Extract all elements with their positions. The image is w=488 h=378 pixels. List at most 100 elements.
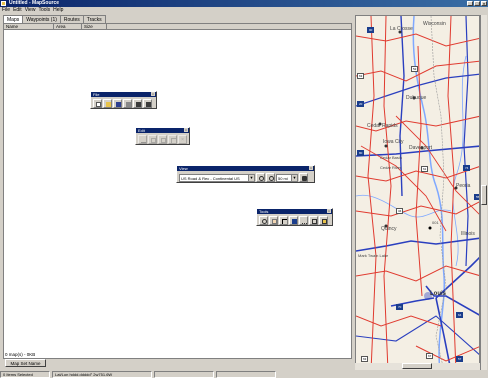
save-button[interactable] xyxy=(113,99,122,108)
scroll-thumb[interactable] xyxy=(402,363,432,369)
close-icon[interactable]: × xyxy=(151,92,155,96)
print-icon xyxy=(126,102,131,107)
status-bar: 0 Items Selected Lat/Lon hddd.ddddd° 2w7… xyxy=(0,371,488,378)
zoom-out-button[interactable] xyxy=(266,173,275,182)
map-label: Wisconsin xyxy=(423,21,446,27)
close-icon[interactable]: × xyxy=(184,128,188,132)
tab-routes[interactable]: Routes xyxy=(59,15,84,23)
send-to-device-button[interactable] xyxy=(143,99,152,108)
scroll-thumb[interactable] xyxy=(481,185,487,205)
map-label: Iowa City xyxy=(383,139,404,145)
selection-tool-button[interactable] xyxy=(279,216,288,225)
view-toolbar[interactable]: View × US Road & Rec - Continental US ▼ 50… xyxy=(176,165,315,183)
status-field xyxy=(154,371,214,378)
distance-tool-button[interactable] xyxy=(309,216,318,225)
interstate-shield-icon: 74 xyxy=(463,165,471,171)
interstate-shield-icon: 90 xyxy=(367,27,375,33)
close-icon[interactable]: × xyxy=(309,166,313,170)
waypoint-tool-button[interactable] xyxy=(289,216,298,225)
chevron-down-icon[interactable]: ▼ xyxy=(248,174,254,181)
close-icon[interactable]: × xyxy=(327,209,331,213)
map-tool-button[interactable] xyxy=(319,216,328,225)
cut-button[interactable] xyxy=(138,135,147,144)
paste-button[interactable] xyxy=(158,135,167,144)
map-label: 001 xyxy=(432,220,439,225)
app-icon xyxy=(1,1,6,6)
map-product-select[interactable]: US Road & Rec - Continental US ▼ xyxy=(179,173,255,182)
receive-from-device-button[interactable] xyxy=(133,99,142,108)
tools-toolbar-title[interactable]: Tools × xyxy=(257,209,332,214)
route-icon xyxy=(302,219,307,224)
map-label: La Crosse xyxy=(390,26,413,32)
map-label: Cedar River xyxy=(380,165,402,170)
title-bar: Untitled - MapSource _ □ × xyxy=(0,0,488,7)
interstate-shield-icon: 70 xyxy=(396,304,404,310)
tab-strip: Maps Waypoints (1) Routes Tracks xyxy=(3,15,106,24)
zoom-tool-button[interactable] xyxy=(259,216,268,225)
column-name[interactable]: Name xyxy=(4,24,54,29)
map-set-name-button[interactable]: Map Set Name xyxy=(5,359,46,367)
new-file-button[interactable] xyxy=(93,99,102,108)
print-button[interactable] xyxy=(123,99,132,108)
highway-shield-icon: 67 xyxy=(426,353,434,359)
data-panel: Maps Waypoints (1) Routes Tracks Name Ar… xyxy=(1,15,354,370)
map-label: Mark Twain Lake xyxy=(358,253,389,258)
cut-icon xyxy=(141,138,146,143)
file-toolbar-title[interactable]: File × xyxy=(91,92,156,97)
highway-shield-icon: 63 xyxy=(361,356,369,362)
mapsource-window: Untitled - MapSource _ □ × File Edit Vie… xyxy=(0,0,488,378)
copy-button[interactable] xyxy=(148,135,157,144)
route-tool-button[interactable] xyxy=(299,216,308,225)
map-label: Dubuque xyxy=(406,95,427,101)
hand-tool-button[interactable] xyxy=(269,216,278,225)
hand-icon xyxy=(272,219,277,224)
zoom-out-icon xyxy=(269,176,274,181)
map-label: Quincy xyxy=(381,226,397,232)
open-folder-icon xyxy=(106,102,111,107)
flag-icon xyxy=(292,219,297,224)
tab-waypoints[interactable]: Waypoints (1) xyxy=(22,15,61,23)
delete-button[interactable]: × xyxy=(178,135,187,144)
copy-icon xyxy=(151,138,156,143)
edit-toolbar-title[interactable]: Edit × xyxy=(136,128,189,133)
waypoint-marker[interactable] xyxy=(428,226,432,230)
menu-help[interactable]: Help xyxy=(53,7,63,14)
zoom-scale-select[interactable]: 50 mi ▼ xyxy=(276,173,298,182)
arrow-pointer-icon xyxy=(282,219,287,224)
tab-tracks[interactable]: Tracks xyxy=(82,15,106,23)
position-status: Lat/Lon hddd.ddddd° 2w751.6W xyxy=(52,371,152,378)
map-vertical-scrollbar[interactable] xyxy=(480,15,487,370)
menu-file[interactable]: File xyxy=(2,7,10,14)
distance-icon xyxy=(312,219,317,224)
close-button[interactable]: × xyxy=(481,1,487,6)
undo-button[interactable] xyxy=(168,135,177,144)
zoom-in-button[interactable] xyxy=(256,173,265,182)
open-file-button[interactable] xyxy=(103,99,112,108)
find-button[interactable] xyxy=(299,173,308,182)
paste-icon xyxy=(161,138,166,143)
maximize-button[interactable]: □ xyxy=(474,1,480,6)
tools-toolbar[interactable]: Tools × xyxy=(256,208,333,226)
delete-icon: × xyxy=(181,137,184,143)
minimize-button[interactable]: _ xyxy=(467,1,473,6)
menu-tools[interactable]: Tools xyxy=(38,7,50,14)
column-header-row: Name Area Size xyxy=(4,24,351,30)
menu-edit[interactable]: Edit xyxy=(13,7,22,14)
maps-list[interactable]: Name Area Size xyxy=(3,23,352,359)
map-label: Illinois xyxy=(461,231,475,237)
interstate-shield-icon: 57 xyxy=(456,356,464,362)
map-pane[interactable]: Wisconsin La Crosse Dubuque Cedar Rapids… xyxy=(355,15,480,370)
column-area[interactable]: Area xyxy=(54,24,82,29)
status-field xyxy=(216,371,276,378)
chevron-down-icon[interactable]: ▼ xyxy=(291,174,297,181)
map-label: Cedar Basin xyxy=(380,155,403,160)
maps-count-status: 0 map(s) - 0KB xyxy=(5,352,36,357)
file-toolbar[interactable]: File × xyxy=(90,91,157,109)
send-icon xyxy=(146,102,151,107)
view-toolbar-title[interactable]: View × xyxy=(177,166,314,171)
column-size[interactable]: Size xyxy=(82,24,107,29)
map-horizontal-scrollbar[interactable] xyxy=(355,363,480,370)
menu-view[interactable]: View xyxy=(25,7,36,14)
edit-toolbar[interactable]: Edit × × xyxy=(135,127,190,145)
window-controls: _ □ × xyxy=(467,1,487,6)
